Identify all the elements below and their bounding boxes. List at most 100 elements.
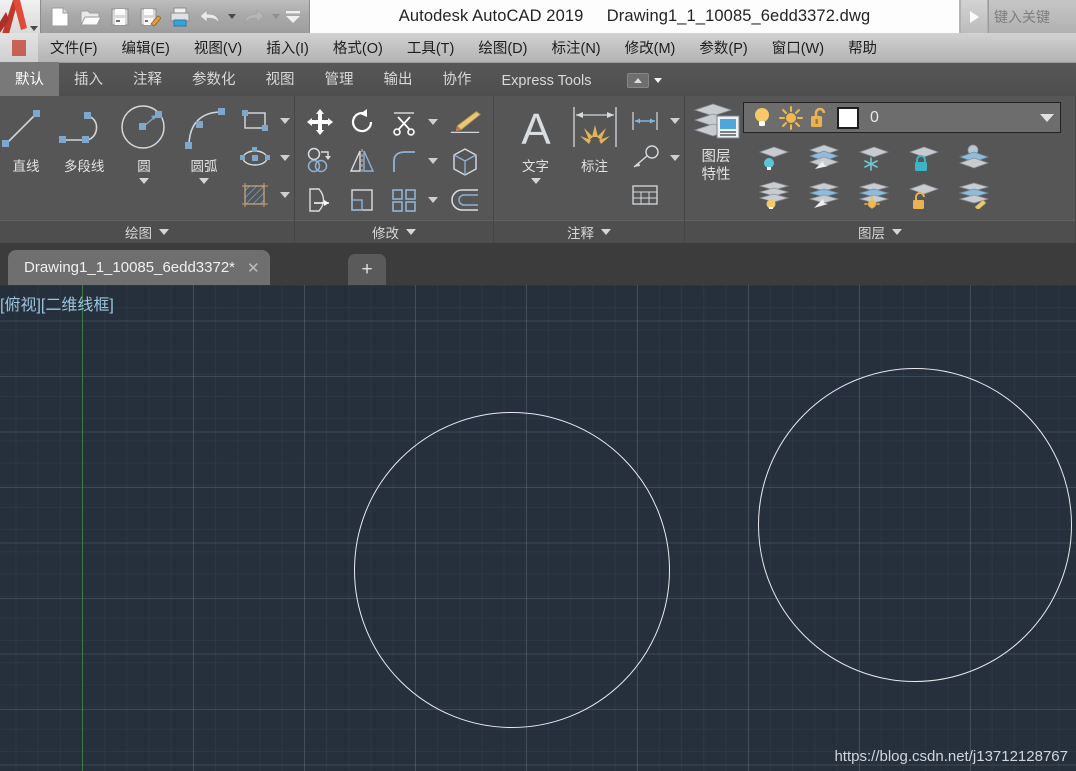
open-drawing-button[interactable] [75,2,105,31]
panel-annotation-title-bar[interactable]: 注释 [494,220,684,243]
layer-isolate-button[interactable] [757,140,791,174]
tab-view[interactable]: 视图 [251,62,310,96]
layer-dropdown-chevron-icon[interactable] [1040,113,1054,122]
redo-dropdown[interactable] [269,2,283,31]
menu-format[interactable]: 格式(O) [321,37,395,58]
undo-button[interactable] [195,2,225,31]
panel-draw-title-bar[interactable]: 绘图 [0,220,294,243]
modify-fillet-button[interactable] [387,144,421,178]
save-as-drawing-button[interactable] [135,2,165,31]
autocad-app-menu-button[interactable] [0,0,40,33]
redo-button[interactable] [239,2,269,31]
tab-insert[interactable]: 插入 [59,62,118,96]
draw-arc-button[interactable]: 圆弧 [174,102,234,184]
drawing-canvas[interactable]: [俯视][二维线框] https://blog.csdn.net/j137121… [0,285,1076,771]
layer-isolate-icon [758,146,790,170]
search-input[interactable]: 键入关键 [988,0,1076,33]
plot-button[interactable] [165,2,195,31]
draw-rectangle-dropdown-icon[interactable] [280,117,290,124]
layer-turn-all-on-button[interactable] [807,178,841,212]
modify-copy-button[interactable] [303,144,337,178]
menu-tools[interactable]: 工具(T) [395,37,467,58]
layer-lock-button[interactable] [907,140,941,174]
tab-home[interactable]: 默认 [0,62,59,96]
annotation-linear-dimension-button[interactable] [628,104,662,138]
undo-dropdown[interactable] [225,2,239,31]
infocenter-expand-button[interactable] [960,0,988,33]
modify-rotate-button[interactable] [345,105,379,139]
annotation-leader-button[interactable] [628,141,662,175]
menu-modify[interactable]: 修改(M) [613,37,688,58]
menu-window[interactable]: 窗口(W) [760,37,836,58]
title-bar: Autodesk AutoCAD 2019 Drawing1_1_10085_6… [0,0,1076,33]
annotation-leader-dropdown-icon[interactable] [670,154,680,161]
new-tab-button[interactable]: + [348,254,386,285]
panel-layers-title-bar[interactable]: 图层 [685,220,1075,243]
modify-scale-button[interactable] [345,183,379,217]
close-icon[interactable]: ✕ [247,259,260,277]
draw-circle-button[interactable]: 圆 [114,102,174,184]
ribbon-minimize-control[interactable] [626,73,662,96]
new-drawing-button[interactable] [45,2,75,31]
annotation-text-button[interactable]: A 文字 [508,102,563,184]
annotation-linear-dimension-dropdown-icon[interactable] [670,117,680,124]
menu-edit[interactable]: 编辑(E) [110,37,182,58]
circle-left-entity[interactable] [354,412,670,728]
redo-arrow-icon [244,8,265,24]
menu-dimension[interactable]: 标注(N) [539,37,612,58]
draw-circle-dropdown-icon[interactable] [139,178,150,184]
annotation-dimension-button[interactable]: 标注 [563,102,626,175]
layer-unisolate-button[interactable] [807,140,841,174]
modify-explode-button[interactable] [448,144,482,178]
modify-array-dropdown-icon[interactable] [428,196,438,203]
menu-view[interactable]: 视图(V) [182,37,254,58]
modify-array-button[interactable] [387,183,421,217]
menu-draw[interactable]: 绘图(D) [466,37,539,58]
panel-annotation-title: 注释 [567,226,594,241]
tab-manage[interactable]: 管理 [310,62,369,96]
tab-output[interactable]: 输出 [369,62,428,96]
layer-unlock-button[interactable] [907,178,941,212]
panel-modify-title-bar[interactable]: 修改 [295,220,493,243]
modify-trim-dropdown-icon[interactable] [428,118,438,125]
annotation-text-dropdown-icon[interactable] [530,178,541,184]
menu-file[interactable]: 文件(F) [38,37,110,58]
layer-match-button[interactable] [957,178,991,212]
viewport-label[interactable]: [俯视][二维线框] [0,291,114,315]
draw-line-button[interactable]: 直线 [0,102,54,175]
modify-erase-button[interactable] [448,105,482,139]
tab-annotate[interactable]: 注释 [118,62,177,96]
menu-help[interactable]: 帮助 [836,37,889,58]
layer-freeze-button[interactable] [857,140,891,174]
modify-trim-button[interactable] [387,105,421,139]
layer-properties-button[interactable]: 图层 特性 [687,100,745,184]
modify-offset-button[interactable] [448,183,482,217]
draw-rectangle-button[interactable] [238,104,272,138]
draw-ellipse-button[interactable] [238,141,272,175]
annotation-table-button[interactable] [628,178,662,212]
draw-hatch-button[interactable] [238,178,272,212]
modify-stretch-button[interactable] [303,183,337,217]
layer-selector-dropdown[interactable]: 0 [743,102,1061,133]
draw-arc-dropdown-icon[interactable] [199,178,210,184]
layer-make-current-button[interactable] [957,140,991,174]
svg-text:A: A [521,105,551,152]
circle-right-entity[interactable] [758,368,1072,682]
layer-off-button[interactable] [757,178,791,212]
tab-express-tools[interactable]: Express Tools [487,67,607,96]
draw-ellipse-dropdown-icon[interactable] [280,154,290,161]
modify-fillet-dropdown-icon[interactable] [428,157,438,164]
menu-parametric[interactable]: 参数(P) [687,37,759,58]
layer-color-swatch[interactable] [837,106,859,129]
draw-polyline-button[interactable]: 多段线 [54,102,114,175]
file-tab-active[interactable]: Drawing1_1_10085_6edd3372* ✕ [8,250,270,285]
draw-hatch-dropdown-icon[interactable] [280,191,290,198]
menu-insert[interactable]: 插入(I) [254,37,321,58]
customize-qat-button[interactable] [283,2,303,31]
save-drawing-button[interactable] [105,2,135,31]
modify-move-button[interactable] [303,105,337,139]
tab-collaborate[interactable]: 协作 [428,62,487,96]
tab-parametric[interactable]: 参数化 [177,62,251,96]
modify-mirror-button[interactable] [345,144,379,178]
layer-thaw-all-button[interactable] [857,178,891,212]
